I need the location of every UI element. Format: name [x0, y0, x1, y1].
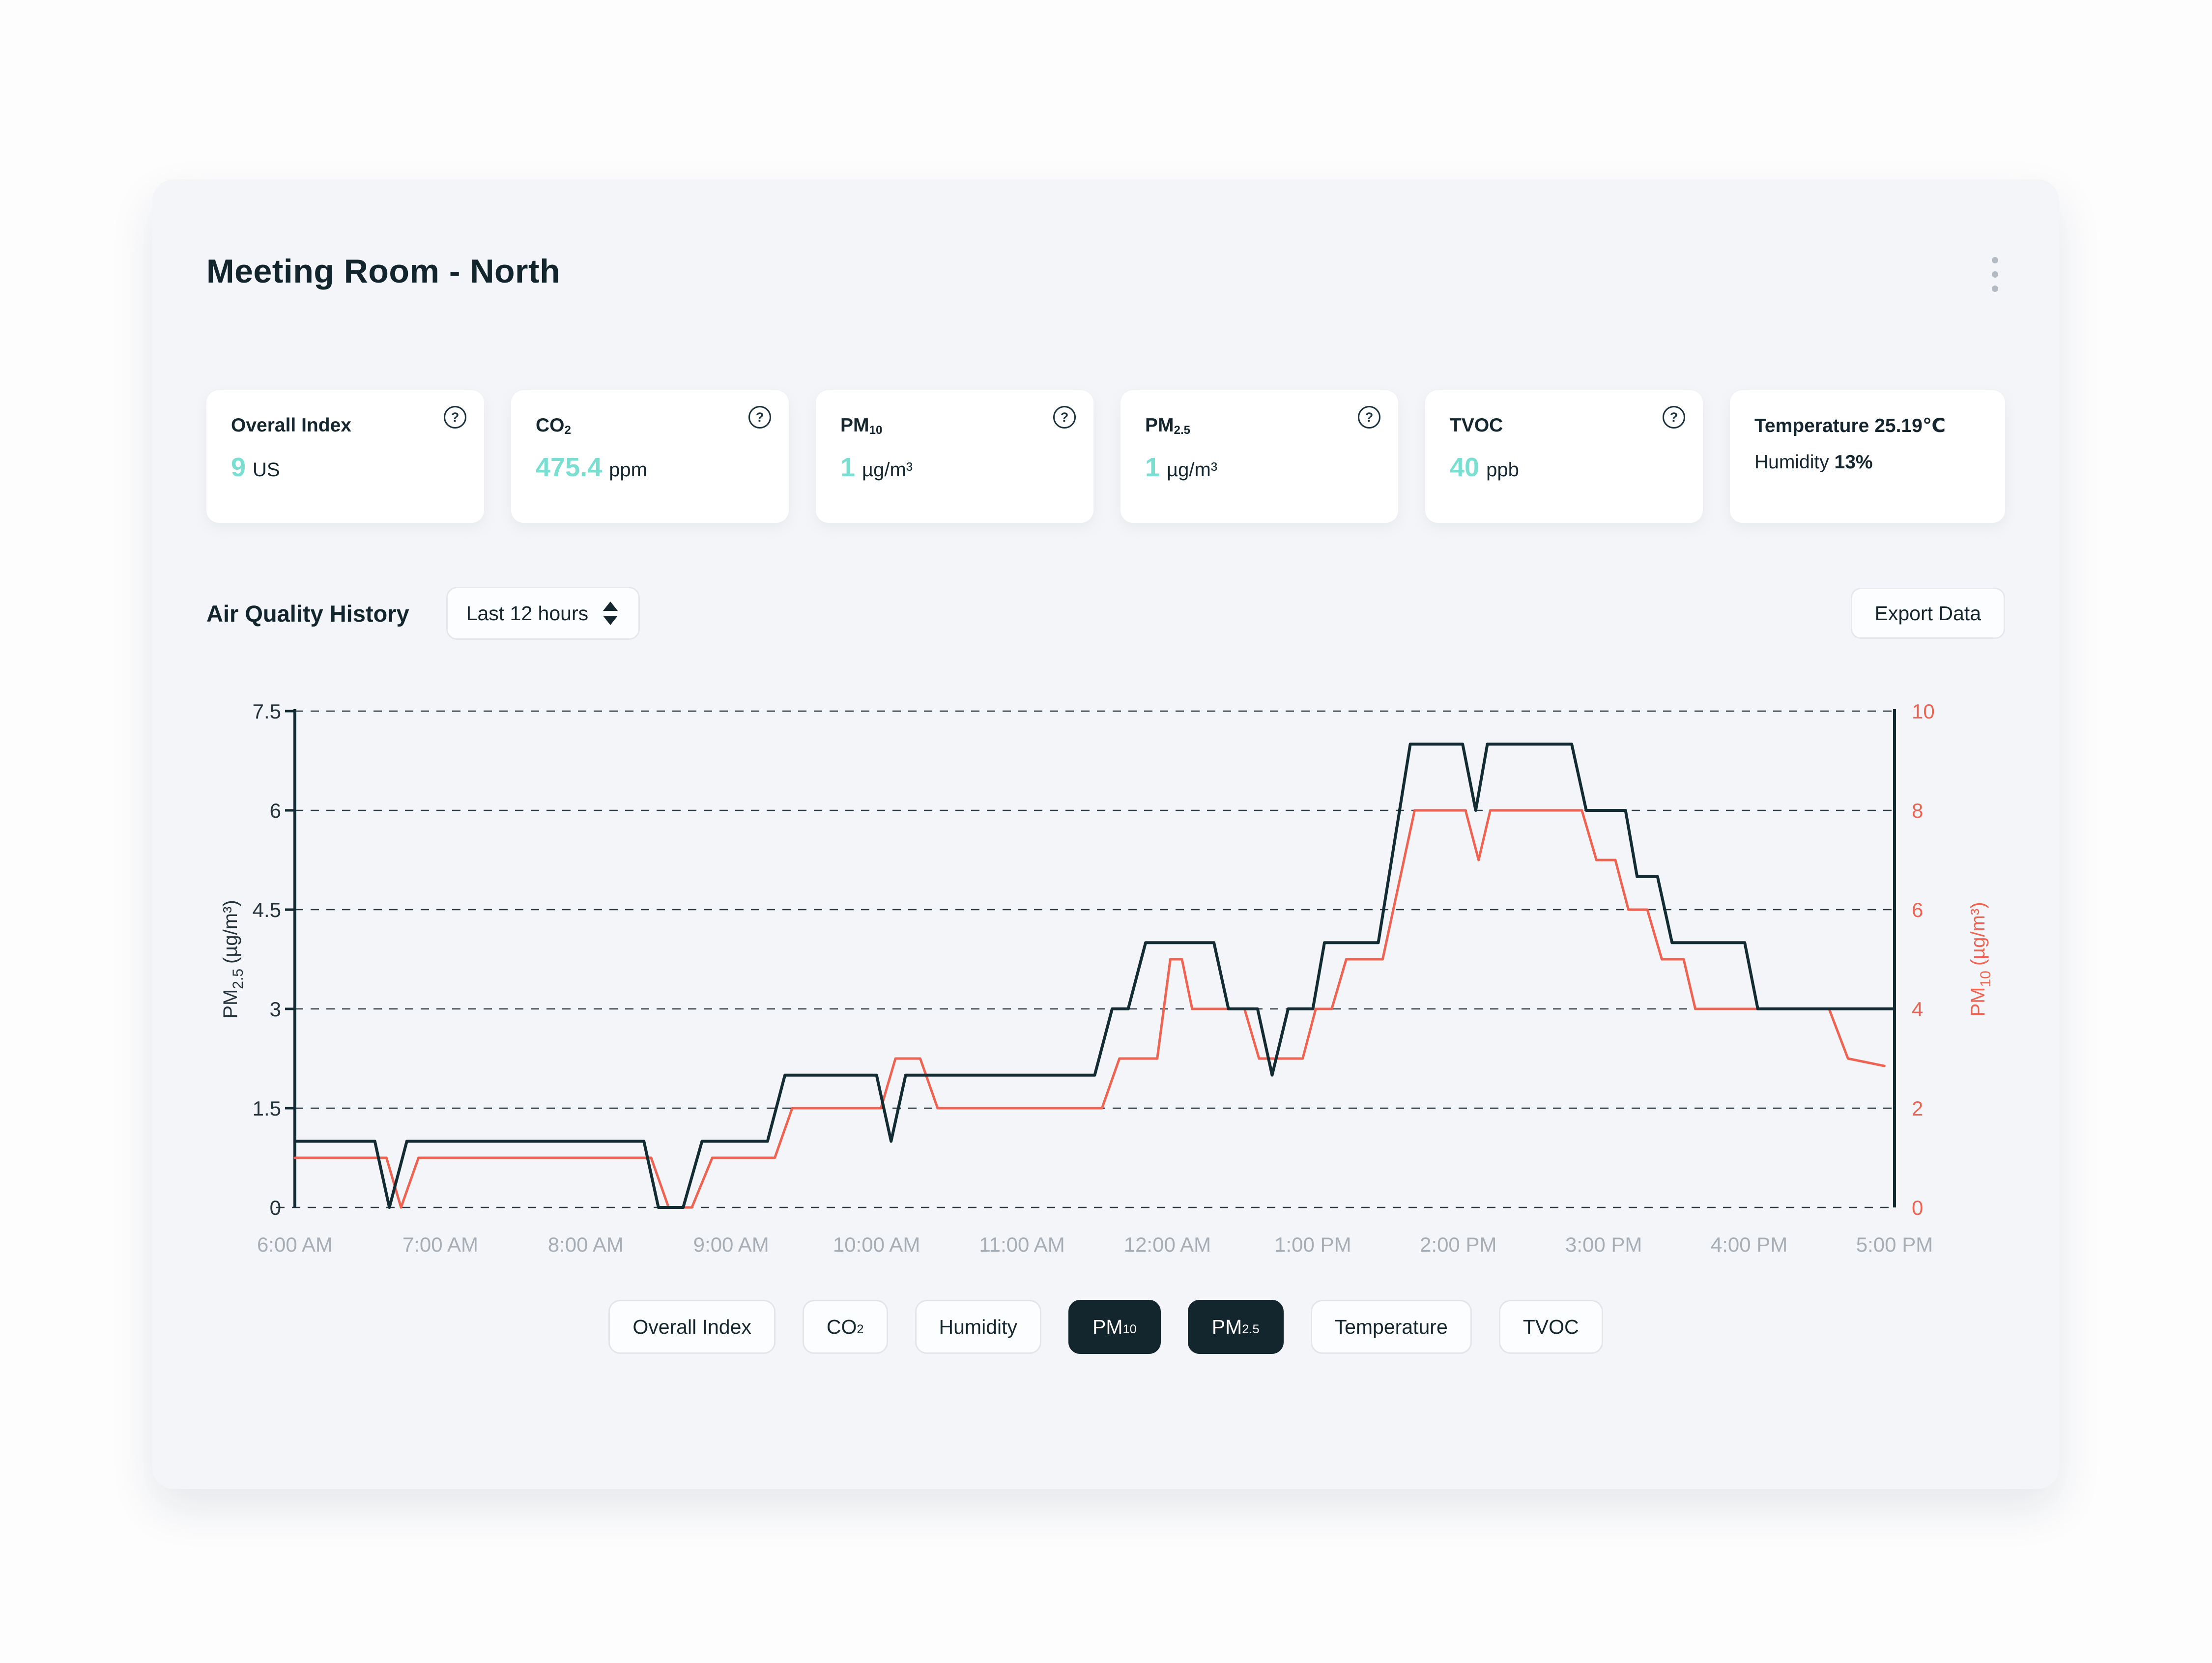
- x-tick-label: 11:00 AM: [979, 1233, 1064, 1256]
- metric-card-pm25: PM2.5 1 µg/m³ ?: [1120, 390, 1398, 523]
- y-tick-label-left: 6: [270, 799, 281, 822]
- x-tick-label: 1:00 PM: [1274, 1233, 1351, 1256]
- legend-chip-humidity[interactable]: Humidity: [915, 1300, 1041, 1354]
- x-tick-label: 5:00 PM: [1856, 1233, 1933, 1256]
- y-tick-label-right: 8: [1912, 799, 1923, 822]
- metric-value: 1: [840, 453, 856, 482]
- page-title: Meeting Room - North: [206, 253, 561, 290]
- metric-unit: ppb: [1486, 459, 1519, 481]
- page-background: Meeting Room - North Overall Index 9 US …: [0, 0, 2212, 1663]
- y-tick-label-right: 2: [1912, 1097, 1923, 1120]
- metric-card-pm10: PM10 1 µg/m³ ?: [816, 390, 1093, 523]
- metric-label: PM10: [840, 415, 883, 437]
- metric-value-row: 475.4 ppm: [536, 452, 766, 483]
- metric-card-tvoc: TVOC 40 ppb ?: [1425, 390, 1703, 523]
- metric-value: 9: [231, 453, 246, 482]
- time-range-select[interactable]: Last 12 hours: [446, 587, 640, 640]
- kebab-dot: [1992, 257, 1998, 263]
- help-icon[interactable]: ?: [748, 406, 771, 429]
- help-icon[interactable]: ?: [1053, 406, 1076, 429]
- y-tick-label-left: 7.5: [253, 700, 281, 723]
- kebab-dot: [1992, 271, 1998, 278]
- y-tick-label-left: 0: [270, 1196, 281, 1219]
- temperature-reading: Temperature 25.19℃: [1754, 415, 1946, 436]
- metric-unit: µg/m³: [862, 459, 913, 481]
- metric-value-row: 9 US: [231, 452, 461, 483]
- y-tick-label-left: 4.5: [253, 898, 281, 921]
- y-tick-label-right: 10: [1912, 700, 1935, 723]
- legend-chip-tvoc[interactable]: TVOC: [1498, 1300, 1603, 1354]
- y-tick-label-right: 4: [1912, 998, 1923, 1021]
- card-header: Meeting Room - North: [206, 252, 2005, 297]
- metric-card-overall-index: Overall Index 9 US ?: [206, 390, 484, 523]
- metric-card-environment: Temperature 25.19℃ Humidity 13%: [1730, 390, 2005, 523]
- left-axis-title: PM2.5(µg/m³): [220, 900, 246, 1018]
- metric-value-row: 1 µg/m³: [840, 452, 1071, 483]
- help-icon[interactable]: ?: [444, 406, 466, 429]
- series-line-pm2.5: [293, 743, 1896, 1209]
- help-icon[interactable]: ?: [1358, 406, 1380, 429]
- metrics-row: Overall Index 9 US ? CO2 475.4 ppm ? PM1…: [206, 390, 2005, 523]
- time-range-value: Last 12 hours: [466, 602, 589, 625]
- air-quality-chart: 0 1.5 3 4.5 6 7.5 0 2 4 6 8 10 6:00 AM 7:00 AM 8:00 …: [220, 700, 1994, 1256]
- legend-row: Overall Index CO 2 Humidity PM 10 PM 2.5 Te…: [206, 1300, 2005, 1354]
- chart-area: 0 1.5 3 4.5 6 7.5 0 2 4 6 8 10 6:00 AM 7:00 AM 8:00 …: [206, 667, 2005, 1262]
- metric-value-row: 40 ppb: [1450, 452, 1680, 483]
- export-data-button[interactable]: Export Data: [1850, 588, 2005, 639]
- x-tick-label: 7:00 AM: [402, 1233, 478, 1256]
- legend-chip-co2[interactable]: CO 2: [802, 1300, 888, 1354]
- left-axis-tick-labels: 0 1.5 3 4.5 6 7.5: [253, 700, 281, 1219]
- x-tick-label: 12:00 AM: [1124, 1233, 1211, 1256]
- y-tick-label-left: 1.5: [253, 1097, 281, 1120]
- more-options-button[interactable]: [1985, 252, 2005, 297]
- history-section-header: Air Quality History Last 12 hours Export…: [206, 587, 2005, 640]
- metric-unit: µg/m³: [1167, 459, 1218, 481]
- y-tick-label-right: 0: [1912, 1196, 1923, 1219]
- legend-chip-pm10[interactable]: PM 10: [1068, 1300, 1161, 1354]
- legend-chip-pm25[interactable]: PM 2.5: [1187, 1300, 1284, 1354]
- y-tick-label-left: 3: [270, 998, 281, 1021]
- x-tick-label: 4:00 PM: [1711, 1233, 1787, 1256]
- metric-label: PM2.5: [1145, 415, 1191, 437]
- x-tick-label: 10:00 AM: [833, 1233, 920, 1256]
- humidity-reading: Humidity 13%: [1754, 452, 1873, 473]
- x-tick-label: 6:00 AM: [257, 1233, 333, 1256]
- x-axis-tick-labels: 6:00 AM 7:00 AM 8:00 AM 9:00 AM 10:00 AM 11:0…: [257, 1233, 1933, 1256]
- room-dashboard-card: Meeting Room - North Overall Index 9 US …: [152, 179, 2059, 1489]
- grid-layer: [276, 710, 1895, 1208]
- section-title: Air Quality History: [206, 600, 409, 627]
- metric-label: CO2: [536, 415, 571, 437]
- x-tick-label: 8:00 AM: [548, 1233, 624, 1256]
- metric-value: 475.4: [536, 453, 603, 482]
- kebab-dot: [1992, 286, 1998, 292]
- y-tick-label-right: 6: [1912, 898, 1923, 921]
- right-axis-title: PM10(µg/m³): [1967, 902, 1994, 1016]
- metric-unit: US: [253, 459, 280, 481]
- x-tick-label: 9:00 AM: [693, 1233, 769, 1256]
- metric-unit: ppm: [609, 459, 647, 481]
- series-lines: [293, 743, 1896, 1209]
- metric-label: Overall Index: [231, 415, 351, 436]
- metric-value: 1: [1145, 453, 1160, 482]
- metric-value-row: 1 µg/m³: [1145, 452, 1376, 483]
- x-tick-label: 3:00 PM: [1565, 1233, 1642, 1256]
- x-tick-label: 2:00 PM: [1420, 1233, 1496, 1256]
- legend-chip-overall-index[interactable]: Overall Index: [608, 1300, 776, 1354]
- right-axis-tick-labels: 0 2 4 6 8 10: [1912, 700, 1935, 1219]
- sort-arrows-icon: [603, 602, 618, 625]
- metric-card-co2: CO2 475.4 ppm ?: [511, 390, 789, 523]
- help-icon[interactable]: ?: [1663, 406, 1685, 429]
- legend-chip-temperature[interactable]: Temperature: [1310, 1300, 1472, 1354]
- metric-value: 40: [1450, 453, 1480, 482]
- metric-label: TVOC: [1450, 415, 1503, 436]
